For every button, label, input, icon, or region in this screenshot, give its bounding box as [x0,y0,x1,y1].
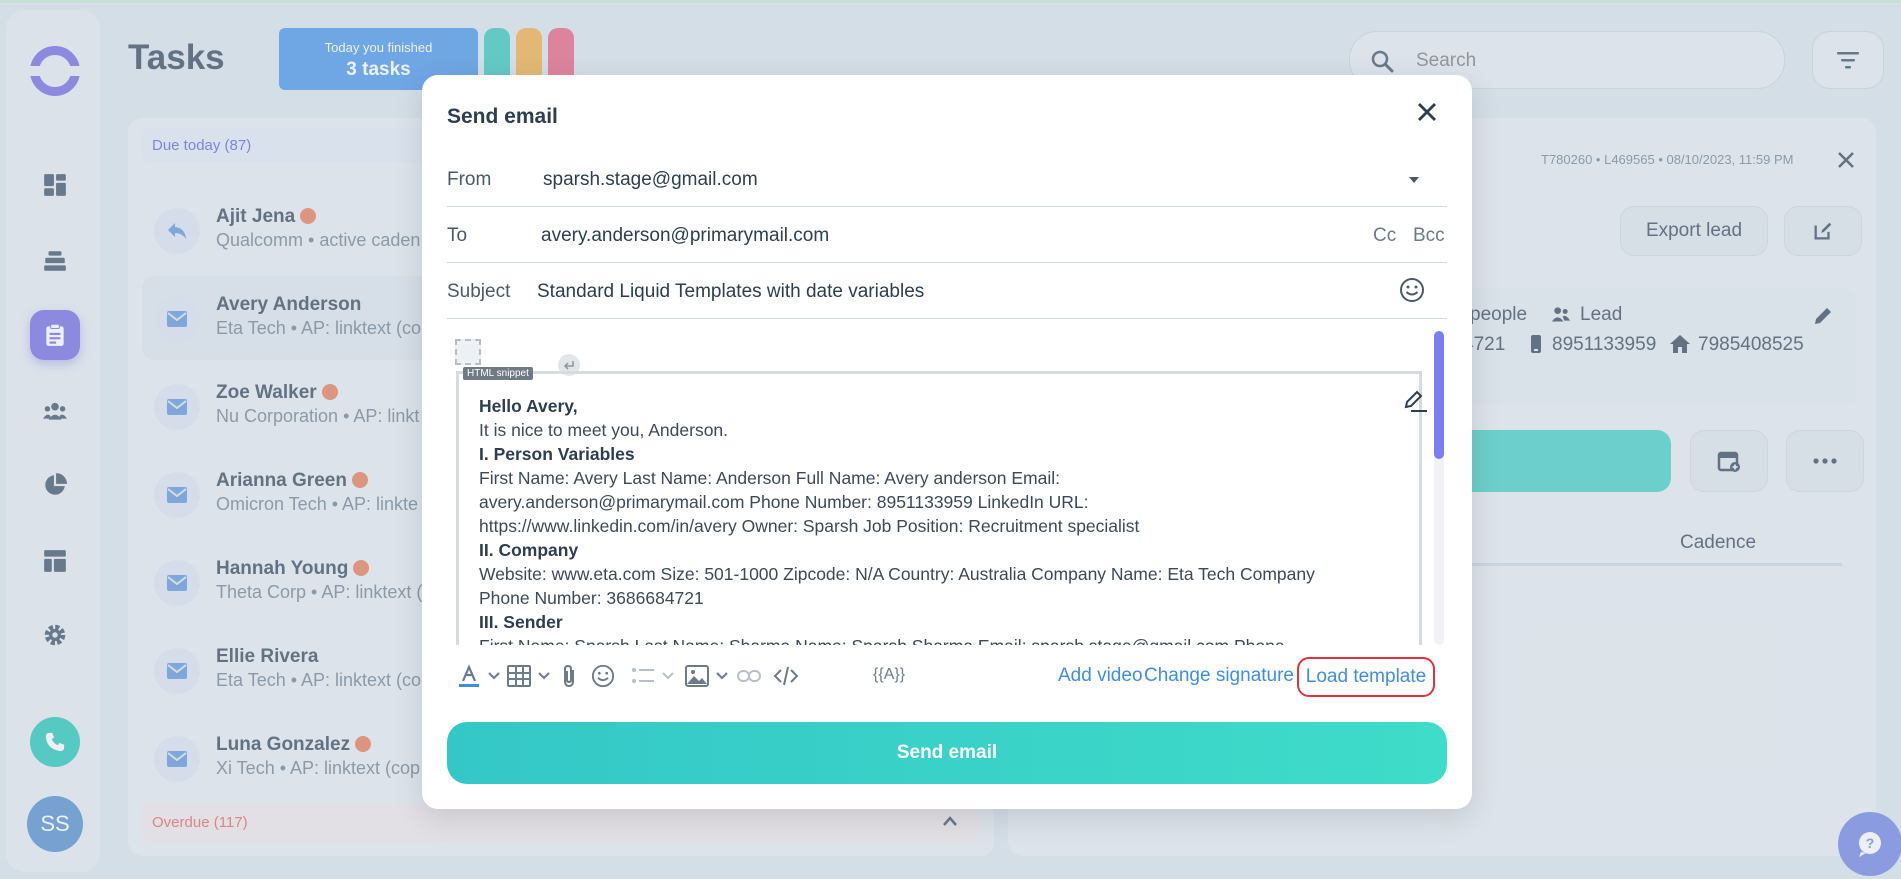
from-row: From sparsh.stage@gmail.com [447,151,1447,207]
chevron-down-icon [662,672,674,680]
caret-down-icon[interactable] [1409,177,1419,183]
link-button[interactable] [737,663,761,689]
body-intro: It is nice to meet you, Anderson. [479,420,729,440]
snippet-drag-handle[interactable] [455,339,481,365]
paperclip-icon [564,664,574,688]
emoji-icon [591,664,615,688]
send-email-button[interactable]: Send email [447,722,1447,784]
subject-row: Subject Standard Liquid Templates with d… [447,263,1447,319]
emoji-icon[interactable] [1399,277,1425,303]
subject-field[interactable]: Standard Liquid Templates with date vari… [537,281,924,303]
to-row: To avery.anderson@primarymail.com Cc Bcc [447,207,1447,263]
image-button[interactable] [685,663,729,689]
to-field[interactable]: avery.anderson@primarymail.com [541,225,829,247]
text-color-icon [459,664,479,687]
list-icon [632,668,654,683]
email-body-editor[interactable]: Hello Avery, It is nice to meet you, And… [447,331,1447,645]
chevron-down-icon [538,672,550,680]
body-heading-company: II. Company [479,540,579,560]
body-line: First Name: Avery Last Name: Anderson Fu… [479,468,1060,488]
table-icon [507,665,531,687]
editor-toolbar: {{A}} Add video Change signature Load te… [447,655,1447,697]
subject-label: Subject [447,281,511,302]
body-line: Website: www.eta.com Size: 501-1000 Zipc… [479,564,1315,584]
edit-snippet-icon[interactable] [1403,389,1429,413]
send-email-modal: Send email From sparsh.stage@gmail.com T… [422,75,1472,809]
code-icon [773,666,799,686]
modal-title: Send email [447,105,558,128]
variables-button[interactable]: {{A}} [873,666,905,684]
add-video-button[interactable]: Add video [1058,665,1143,687]
change-signature-button[interactable]: Change signature [1144,665,1294,687]
emoji-button[interactable] [591,663,615,689]
chevron-down-icon [716,672,728,680]
body-line: Phone Number: 3686684721 [479,588,704,608]
close-icon[interactable] [1416,101,1438,123]
load-template-button[interactable]: Load template [1297,657,1435,697]
list-button[interactable] [631,663,675,689]
to-label: To [447,225,468,246]
code-button[interactable] [773,663,799,689]
bcc-button[interactable]: Bcc [1413,225,1445,247]
chevron-down-icon [488,672,500,680]
body-line: First Name: Sparsh Last Name: Sharma Nam… [479,634,1399,645]
editor-scrollbar-thumb[interactable] [1434,331,1444,459]
html-snippet-tag: HTML snippet [463,367,533,380]
from-label: From [447,169,492,190]
link-icon [737,670,761,682]
table-button[interactable] [507,663,551,689]
body-line: https://www.linkedin.com/in/avery Owner:… [479,516,1140,536]
html-snippet-block[interactable]: Hello Avery, It is nice to meet you, And… [456,371,1422,645]
cc-button[interactable]: Cc [1373,225,1396,247]
image-icon [685,665,709,687]
body-greeting: Hello Avery, [479,396,578,416]
text-color-button[interactable] [457,663,501,689]
body-heading-person: I. Person Variables [479,444,635,464]
body-line: avery.anderson@primarymail.com Phone Num… [479,492,1089,512]
body-heading-sender: III. Sender [479,612,563,632]
from-select[interactable]: sparsh.stage@gmail.com [543,169,758,191]
attach-button[interactable] [559,663,579,689]
